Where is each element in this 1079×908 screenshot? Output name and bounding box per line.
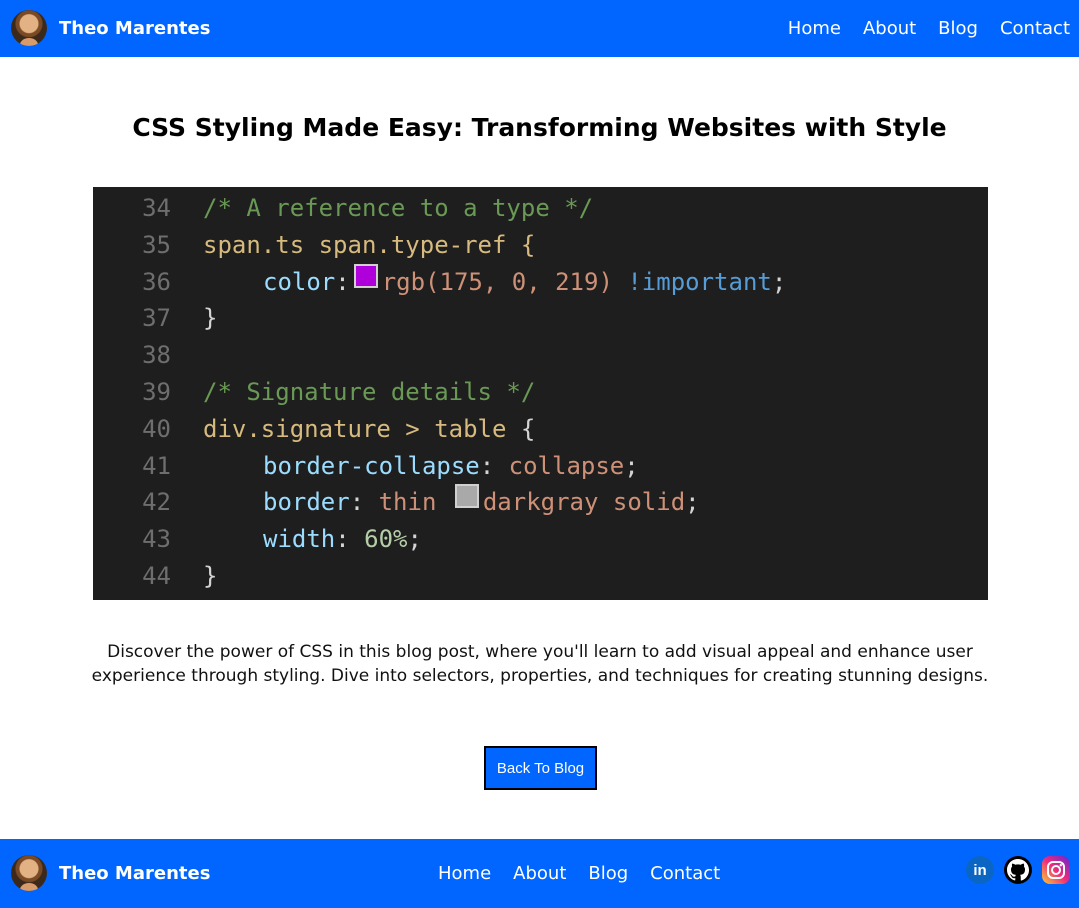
code-property: color (263, 267, 336, 296)
code-punctuation: : (349, 488, 365, 517)
code-line: 40 div.signature > table { (93, 411, 988, 448)
code-value: rgb(175, 0, 219) (381, 267, 613, 296)
line-number: 43 (142, 525, 171, 554)
code-value: 60% (364, 525, 408, 554)
line-number: 34 (142, 194, 171, 222)
color-swatch-purple (353, 263, 378, 288)
code-line: 37 } (93, 300, 988, 337)
code-value: darkgray solid (482, 488, 686, 517)
code-line: 35 span.ts span.type-ref { (93, 227, 988, 264)
code-line: 44 } (93, 558, 988, 595)
nav-blog[interactable]: Blog (938, 18, 978, 39)
instagram-icon[interactable] (1042, 856, 1070, 884)
site-footer: Theo Marentes Home About Blog Contact in (0, 839, 1079, 908)
footer-brand-name[interactable]: Theo Marentes (59, 863, 210, 884)
code-punctuation: : (335, 525, 350, 554)
code-property: width (263, 525, 336, 554)
line-number: 35 (142, 230, 171, 259)
brand-name[interactable]: Theo Marentes (59, 18, 210, 39)
line-number: 44 (142, 561, 171, 590)
nav-home[interactable]: Home (788, 18, 841, 39)
footer-nav-contact[interactable]: Contact (650, 863, 720, 884)
footer-brand[interactable]: Theo Marentes (11, 855, 210, 891)
line-number: 36 (142, 267, 171, 296)
code-selector: div.signature > table (203, 414, 507, 443)
color-swatch-darkgray (454, 484, 479, 509)
footer-nav-home[interactable]: Home (438, 863, 491, 884)
line-number: 40 (142, 414, 171, 443)
code-keyword: !important (627, 267, 772, 296)
code-line: 38 (93, 337, 988, 374)
code-punctuation: : (335, 267, 350, 296)
social-links: in (966, 856, 1070, 884)
code-punctuation: ; (624, 451, 639, 480)
line-number: 41 (142, 451, 171, 480)
post-title: CSS Styling Made Easy: Transforming Webs… (132, 113, 947, 142)
brand[interactable]: Theo Marentes (11, 10, 210, 46)
code-value: collapse (508, 451, 625, 480)
code-punctuation: : (479, 451, 495, 480)
code-line: 42 border: thin darkgray solid; (93, 484, 988, 521)
code-brace: } (203, 304, 218, 333)
footer-nav: Home About Blog Contact (438, 839, 720, 908)
code-selector: span.ts span.type-ref { (203, 230, 536, 259)
code-property: border (263, 488, 350, 517)
line-number: 37 (142, 304, 171, 333)
code-line: 34 /* A reference to a type */ (93, 190, 988, 227)
line-number: 39 (142, 377, 171, 406)
main-nav: Home About Blog Contact (788, 0, 1070, 57)
back-to-blog-button[interactable]: Back To Blog (484, 746, 597, 790)
code-brace: { (520, 414, 536, 443)
line-number: 38 (142, 341, 171, 370)
code-line: 36 color: rgb(175, 0, 219) !important; (93, 263, 988, 301)
nav-about[interactable]: About (863, 18, 916, 39)
avatar (11, 855, 47, 891)
code-property: border-collapse (263, 451, 480, 480)
line-number: 42 (142, 488, 171, 517)
nav-contact[interactable]: Contact (1000, 18, 1070, 39)
footer-nav-about[interactable]: About (513, 863, 566, 884)
footer-nav-blog[interactable]: Blog (588, 863, 628, 884)
code-line: 41 border-collapse: collapse; (93, 448, 988, 485)
site-header: Theo Marentes Home About Blog Contact (0, 0, 1079, 57)
code-comment: /* A reference to a type */ (203, 194, 594, 222)
code-brace: } (203, 561, 218, 590)
linkedin-icon[interactable]: in (966, 856, 994, 884)
post-description: Discover the power of CSS in this blog p… (91, 642, 989, 686)
code-punctuation: ; (771, 267, 787, 296)
github-icon[interactable] (1004, 856, 1032, 884)
code-line: 39 /* Signature details */ (93, 374, 988, 411)
code-punctuation: ; (407, 525, 422, 554)
code-screenshot: 34 /* A reference to a type */ 35 span.t… (93, 187, 988, 600)
code-comment: /* Signature details */ (203, 377, 536, 406)
code-line: 43 width: 60%; (93, 521, 988, 558)
avatar (11, 10, 47, 46)
code-value: thin (378, 488, 437, 517)
code-punctuation: ; (685, 488, 700, 517)
